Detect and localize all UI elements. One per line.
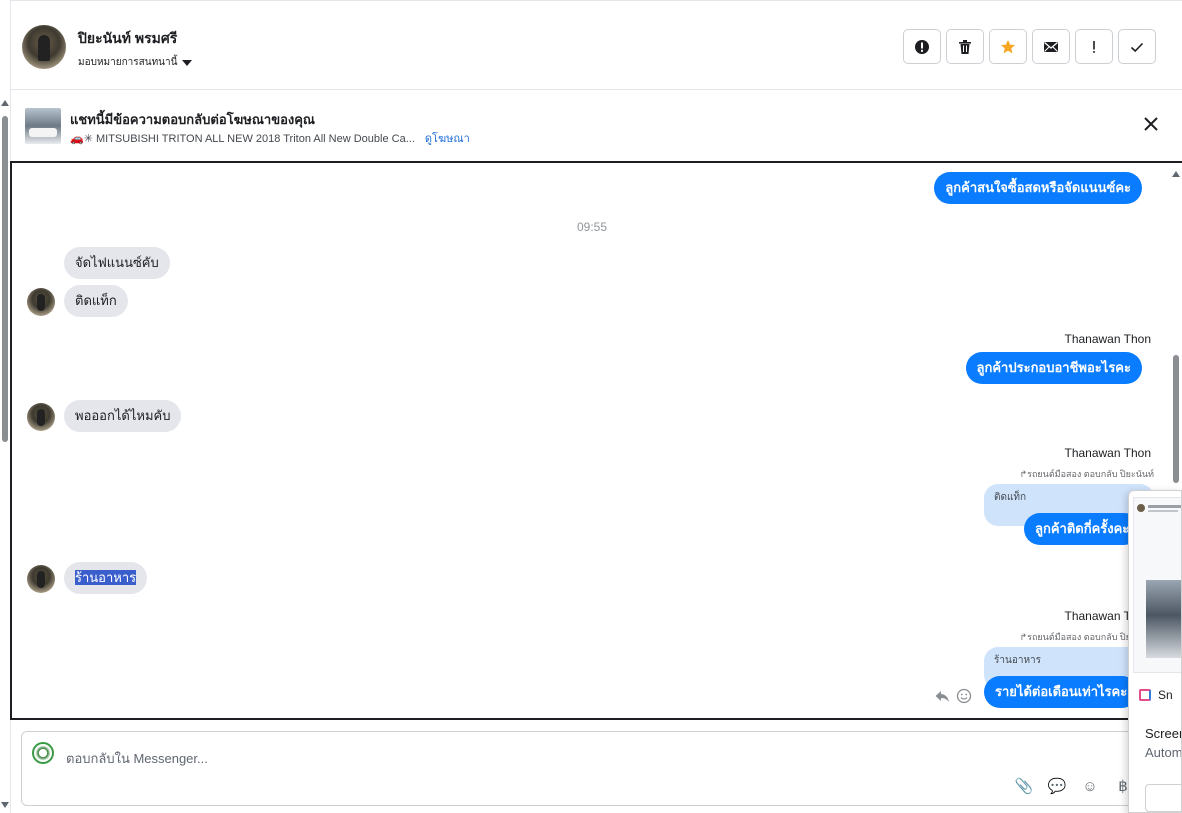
reply-context: ↱รถยนต์มือสอง ตอบกลับ ปิยะนันท์ bbox=[1020, 467, 1154, 481]
preview-image bbox=[1146, 580, 1181, 658]
incoming-message[interactable]: ติดแท็ก bbox=[64, 285, 128, 317]
ad-subtitle: 🚗✳ MITSUBISHI TRITON ALL NEW 2018 Triton… bbox=[70, 132, 415, 145]
contact-avatar-small bbox=[27, 403, 55, 431]
sender-name: Thanawan Thon bbox=[1064, 446, 1151, 460]
ad-thumbnail[interactable] bbox=[25, 108, 61, 144]
react-emoji-icon[interactable] bbox=[956, 688, 972, 704]
snip-action-button[interactable] bbox=[1145, 784, 1181, 812]
composer-tools: 📎 💬 ☺ ฿ bbox=[1014, 776, 1133, 796]
snip-subtitle: Autom bbox=[1145, 745, 1182, 760]
star-button[interactable] bbox=[989, 29, 1027, 64]
sender-name: Thanawan Thon bbox=[1064, 332, 1151, 346]
quoted-text: ติดแท็ก bbox=[994, 492, 1027, 503]
trash-icon bbox=[959, 39, 971, 54]
message-input[interactable]: ตอบกลับใน Messenger... bbox=[66, 748, 208, 769]
mail-icon bbox=[1044, 41, 1058, 52]
spam-icon bbox=[915, 39, 929, 54]
preview-line bbox=[1148, 505, 1181, 508]
outgoing-message[interactable]: ลูกค้าติดกี่ครั้งคะ bbox=[1024, 513, 1141, 545]
scroll-up-arrow[interactable] bbox=[1172, 171, 1180, 177]
snip-app-label: Sn bbox=[1158, 688, 1173, 702]
outgoing-message[interactable]: รายได้ต่อเดือนเท่าไรคะ bbox=[984, 676, 1139, 708]
incoming-message-selected[interactable]: ร้านอาหาร bbox=[64, 562, 148, 594]
reply-composer[interactable]: ตอบกลับใน Messenger... 📎 💬 ☺ ฿ bbox=[21, 731, 1182, 806]
incoming-message[interactable]: จัดไฟแนนซ์คับ bbox=[64, 247, 170, 279]
incoming-message[interactable]: พอออกได้ไหมคับ bbox=[64, 400, 182, 432]
ad-reply-banner: แชทนี้มีข้อความตอบกลับต่อโฆษณาของคุณ 🚗✳ … bbox=[11, 91, 1182, 161]
mark-done-button[interactable] bbox=[1118, 29, 1156, 64]
reply-icon[interactable] bbox=[934, 688, 950, 704]
message-thread[interactable]: ลูกค้าสนใจซื้อสดหรือจัดแนนซ์คะ 09:55 จัด… bbox=[10, 161, 1182, 720]
page-avatar bbox=[32, 742, 54, 764]
contact-avatar-small bbox=[27, 288, 55, 316]
snip-app-row: Sn bbox=[1139, 688, 1173, 702]
delete-button[interactable] bbox=[946, 29, 984, 64]
check-icon bbox=[1130, 42, 1144, 52]
snipping-tool-notification[interactable]: Sn Screen Autom bbox=[1128, 490, 1182, 813]
assign-conversation-dropdown[interactable]: มอบหมายการสนทนานี้ bbox=[78, 55, 193, 70]
contact-avatar[interactable] bbox=[22, 25, 66, 69]
view-ad-link[interactable]: ดูโฆษณา bbox=[425, 129, 470, 147]
caret-down-icon bbox=[182, 59, 193, 66]
star-icon bbox=[1001, 39, 1015, 53]
scroll-up-arrow[interactable] bbox=[1, 100, 9, 106]
preview-avatar bbox=[1137, 504, 1145, 512]
ad-banner-subtitle-row: 🚗✳ MITSUBISHI TRITON ALL NEW 2018 Triton… bbox=[70, 129, 470, 147]
assign-label: มอบหมายการสนทนานี้ bbox=[78, 57, 178, 68]
preview-line bbox=[1148, 510, 1178, 512]
attachment-icon[interactable]: 📎 bbox=[1014, 776, 1034, 796]
scrollbar-thumb[interactable] bbox=[1173, 355, 1179, 483]
emoji-icon[interactable]: ☺ bbox=[1080, 776, 1100, 796]
mark-unread-button[interactable] bbox=[1032, 29, 1070, 64]
conversation-header: ปิยะนันท์ พรมศรี มอบหมายการสนทนานี้ bbox=[11, 0, 1182, 90]
quoted-text: ร้านอาหาร bbox=[994, 655, 1042, 666]
contact-name[interactable]: ปิยะนันท์ พรมศรี bbox=[78, 28, 177, 50]
snipping-tool-icon bbox=[1139, 689, 1151, 701]
scrollbar-thumb[interactable] bbox=[2, 116, 8, 442]
action-toolbar bbox=[903, 29, 1156, 64]
outgoing-message[interactable]: ลูกค้าสนใจซื้อสดหรือจัดแนนซ์คะ bbox=[934, 172, 1142, 204]
priority-icon bbox=[1093, 40, 1095, 53]
scroll-down-arrow[interactable] bbox=[1, 802, 9, 808]
contact-avatar-small bbox=[27, 565, 55, 593]
reply-context-text: รถยนต์มือสอง ตอบกลับ ปิยะนันท์ bbox=[1027, 469, 1154, 479]
selected-text: ร้านอาหาร bbox=[75, 570, 137, 585]
message-timestamp: 09:55 bbox=[576, 220, 608, 234]
reply-arrow-icon: ↱ bbox=[1019, 469, 1028, 479]
ad-banner-title: แชทนี้มีข้อความตอบกลับต่อโฆษณาของคุณ bbox=[70, 112, 315, 127]
close-icon[interactable] bbox=[1142, 115, 1160, 133]
snip-title: Screen bbox=[1145, 726, 1181, 741]
screenshot-preview[interactable] bbox=[1133, 497, 1181, 673]
saved-replies-icon[interactable]: 💬 bbox=[1047, 776, 1067, 796]
outgoing-message[interactable]: ลูกค้าประกอบอาชีพอะไรคะ bbox=[965, 352, 1142, 384]
mark-spam-button[interactable] bbox=[903, 29, 941, 64]
reply-arrow-icon: ↱ bbox=[1019, 632, 1028, 642]
message-hover-actions bbox=[934, 688, 972, 704]
follow-up-button[interactable] bbox=[1075, 29, 1113, 64]
